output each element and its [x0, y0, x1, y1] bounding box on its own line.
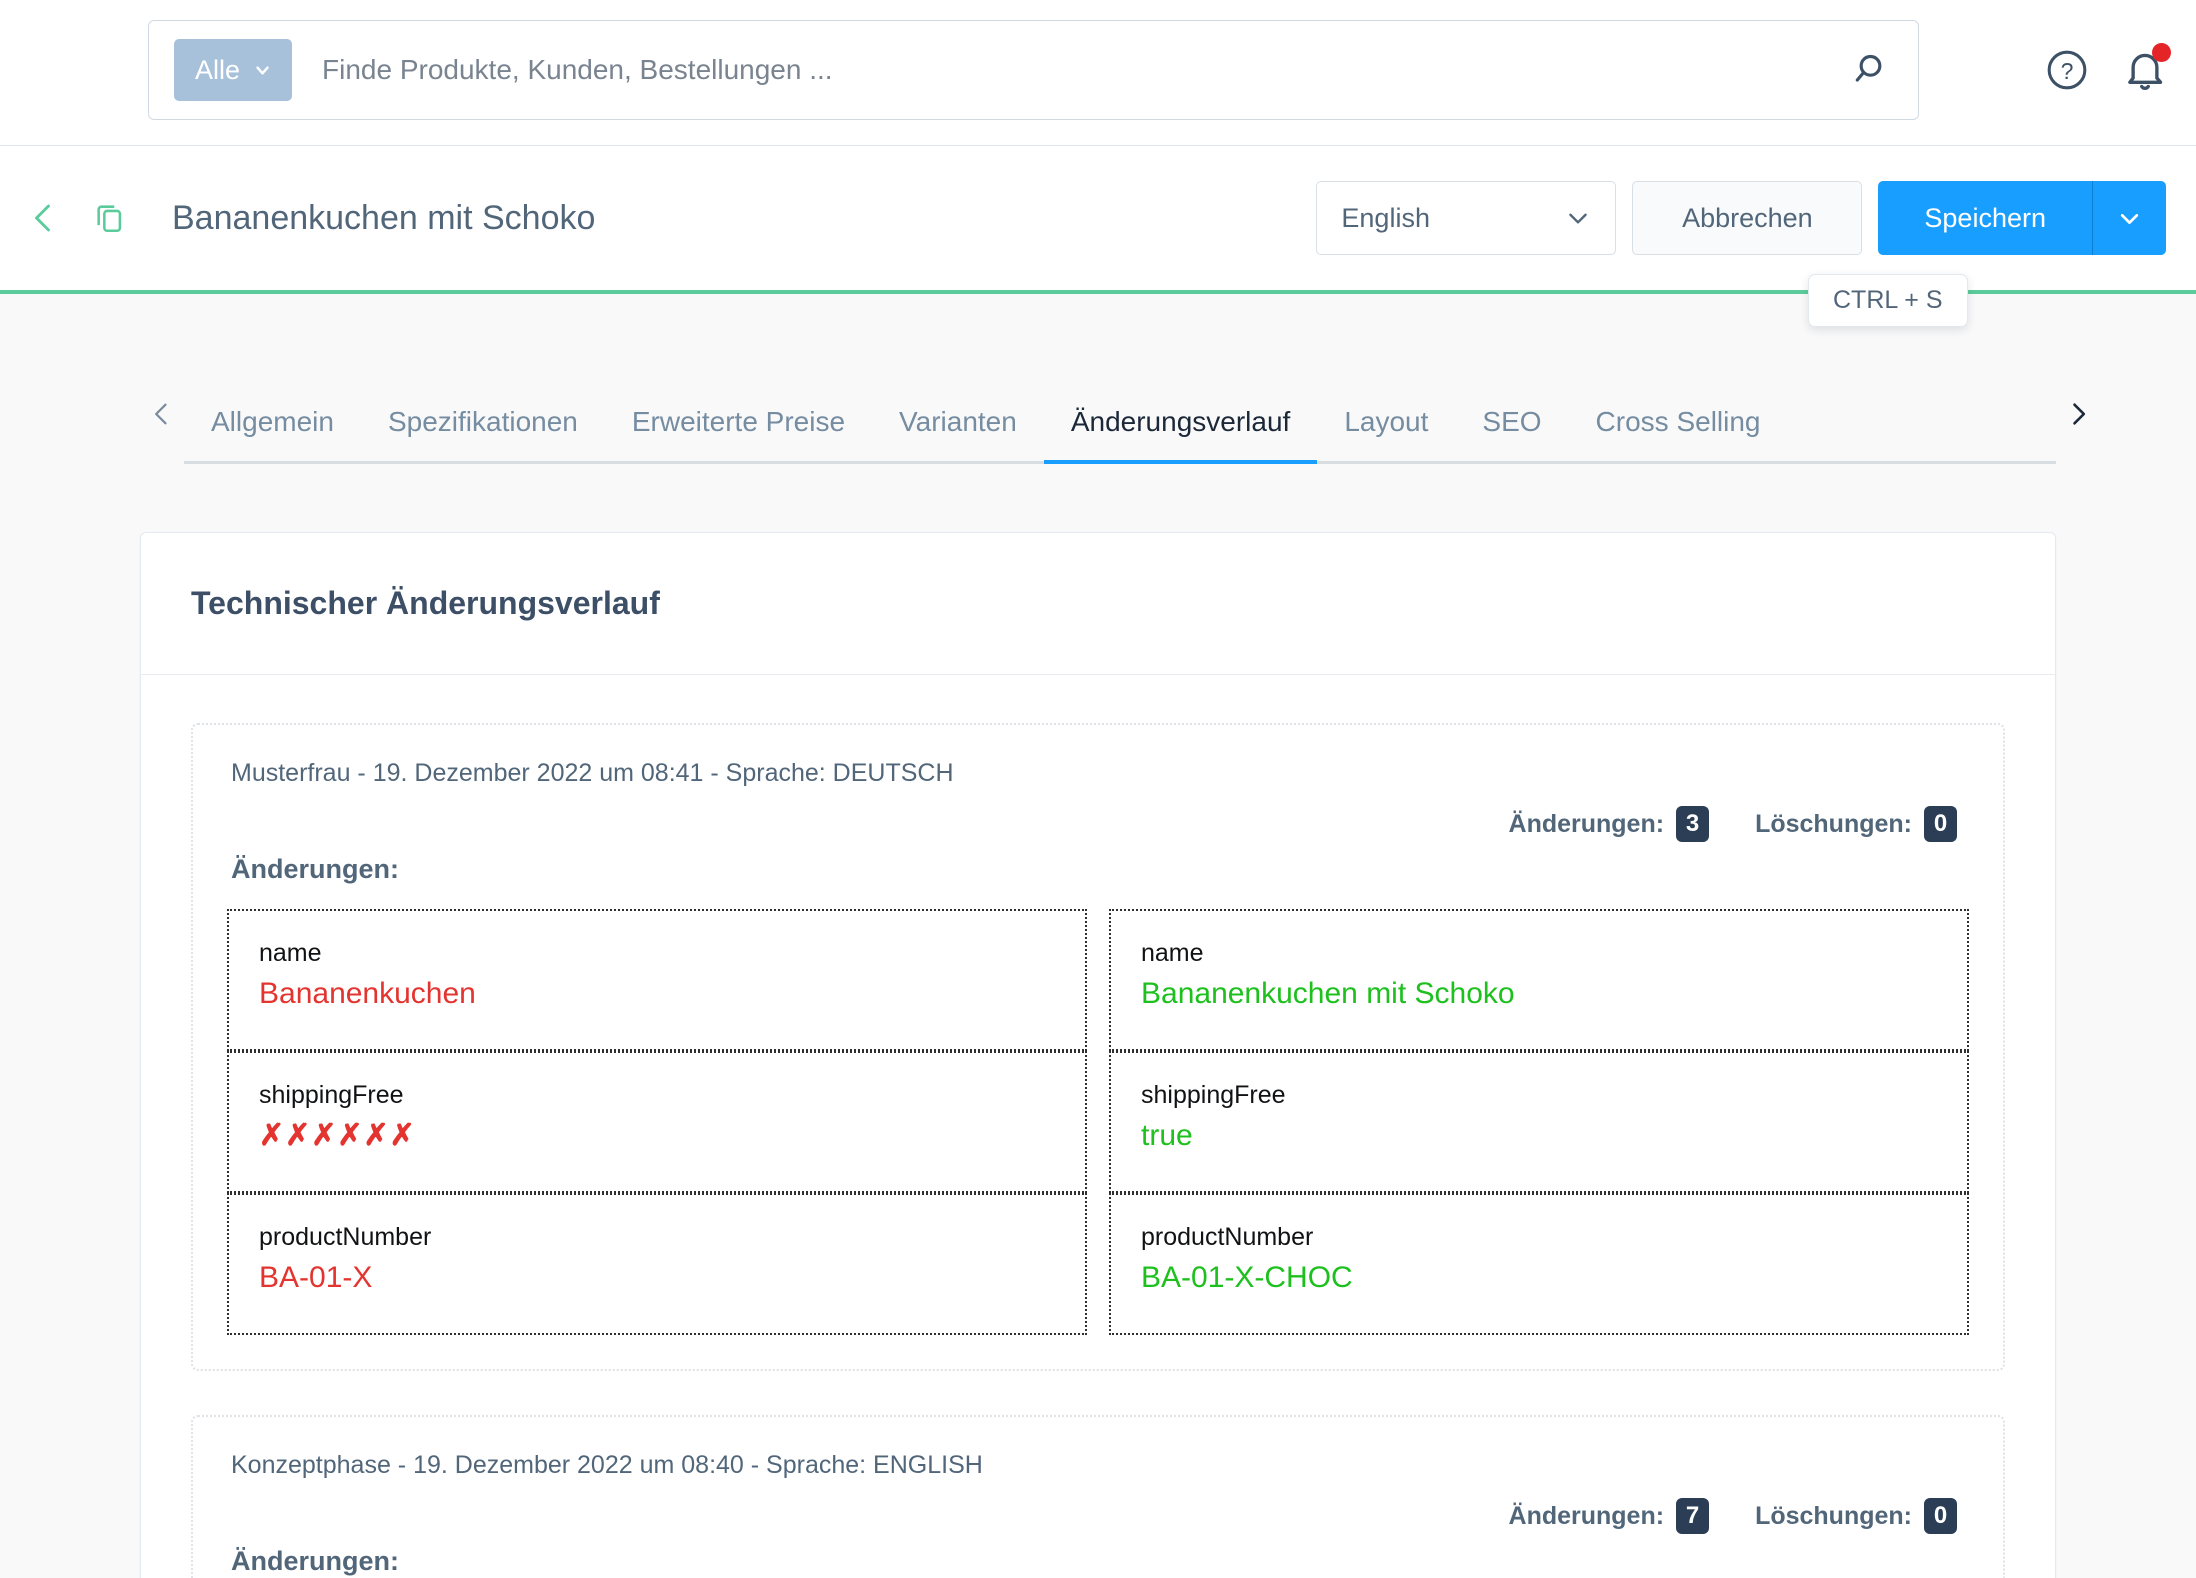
page-title: Bananenkuchen mit Schoko — [172, 198, 596, 237]
language-select-value: English — [1341, 202, 1430, 233]
chevron-left-icon — [155, 403, 167, 425]
deletions-count-badge: 0 — [1924, 806, 1957, 842]
diff-grid: name Bananenkuchen name Bananenkuchen mit S… — [227, 909, 1969, 1335]
notification-badge-dot — [2152, 43, 2171, 62]
diff-field-name: shippingFree — [259, 1081, 404, 1109]
diff-field-name: productNumber — [1141, 1223, 1314, 1251]
tabs-scroll-right-button[interactable] — [2056, 364, 2100, 464]
deletions-count-label: Löschungen: — [1755, 809, 1912, 838]
tab-allgemein[interactable]: Allgemein — [184, 406, 361, 464]
back-button[interactable] — [22, 196, 66, 240]
chevron-right-icon — [2073, 403, 2086, 425]
diff-cell-old: productNumber BA-01-X — [227, 1193, 1087, 1335]
smart-bar: Bananenkuchen mit Schoko English Abbrech… — [0, 146, 2196, 294]
diff-cell-new: productNumber BA-01-X-CHOC — [1109, 1193, 1969, 1335]
diff-field-name: productNumber — [259, 1223, 432, 1251]
tabs-scroll-left-button[interactable] — [140, 364, 184, 464]
chevron-down-icon — [256, 65, 269, 75]
changes-count: Änderungen: 7 — [1509, 1498, 1710, 1534]
cancel-button[interactable]: Abbrechen — [1632, 181, 1863, 255]
tab-varianten[interactable]: Varianten — [872, 406, 1044, 464]
chevron-down-icon — [1569, 213, 1588, 224]
chevron-down-icon — [2120, 213, 2139, 224]
tab-seo[interactable]: SEO — [1455, 406, 1568, 464]
changes-count: Änderungen: 3 — [1509, 806, 1710, 842]
changes-count-badge: 3 — [1676, 806, 1710, 842]
diff-field-value-old: Bananenkuchen — [259, 977, 476, 1010]
save-button[interactable]: Speichern — [1878, 181, 2092, 255]
tabs-list: Allgemein Spezifikationen Erweiterte Preis… — [184, 364, 2056, 464]
search-scope-label: Alle — [194, 54, 241, 85]
tab-erweiterte-preise[interactable]: Erweiterte Preise — [605, 406, 872, 464]
diff-field-value-new: Bananenkuchen mit Schoko — [1141, 977, 1515, 1010]
tab--nderungsverlauf[interactable]: Änderungsverlauf — [1043, 406, 1318, 464]
deletions-count: Löschungen: 0 — [1755, 806, 1957, 842]
changelog-entry-counts: Änderungen: 7 Löschungen: 0 — [227, 1498, 1969, 1534]
diff-field-value-new: true — [1141, 1119, 1193, 1152]
changelog-entry: Konzeptphase - 19. Dezember 2022 um 08:4… — [191, 1415, 2005, 1578]
card-header: Technischer Änderungsverlauf — [141, 533, 2055, 675]
language-select[interactable]: English — [1316, 181, 1617, 255]
deletions-count-label: Löschungen: — [1755, 1501, 1912, 1530]
changes-count-label: Änderungen: — [1508, 809, 1665, 838]
diff-cell-old: name Bananenkuchen — [227, 909, 1087, 1051]
topbar-icon-group: ? — [2038, 20, 2196, 120]
deletions-count-badge: 0 — [1924, 1498, 1957, 1534]
tab-cross-selling[interactable]: Cross Selling — [1569, 406, 1788, 464]
changelog-card: Technischer Änderungsverlauf Musterfrau … — [140, 532, 2056, 1578]
diff-field-name: shippingFree — [1141, 1081, 1286, 1109]
diff-cell-new: name Bananenkuchen mit Schoko — [1109, 909, 1969, 1051]
save-button-group: Speichern — [1878, 181, 2166, 255]
diff-field-name: name — [259, 939, 322, 967]
smart-bar-left: Bananenkuchen mit Schoko — [0, 196, 595, 240]
diff-field-name: name — [1141, 939, 1204, 967]
smart-bar-actions: English Abbrechen Speichern — [1316, 181, 2166, 255]
diff-field-value-old: ✗✗✗✗✗✗ — [259, 1119, 416, 1152]
tab-bar: Allgemein Spezifikationen Erweiterte Preis… — [0, 364, 2196, 464]
search-input[interactable] — [320, 53, 1828, 87]
deletions-count: Löschungen: 0 — [1755, 1498, 1957, 1534]
changelog-entry-counts: Änderungen: 3 Löschungen: 0 — [227, 806, 1969, 842]
changes-heading: Änderungen: — [231, 1546, 399, 1576]
changes-heading: Änderungen: — [231, 854, 399, 884]
diff-field-value-old: BA-01-X — [259, 1261, 373, 1294]
global-search-bar: Alle ? — [0, 0, 2196, 146]
diff-cell-new: shippingFree true — [1109, 1051, 1969, 1193]
svg-text:?: ? — [2061, 58, 2074, 84]
search-scope-dropdown[interactable]: Alle — [174, 39, 292, 101]
card-title: Technischer Änderungsverlauf — [191, 585, 660, 621]
changes-count-label: Änderungen: — [1508, 1501, 1665, 1530]
diff-cell-old: shippingFree ✗✗✗✗✗✗ — [227, 1051, 1087, 1193]
tab-layout[interactable]: Layout — [1317, 406, 1455, 464]
tab-spezifikationen[interactable]: Spezifikationen — [361, 406, 605, 464]
duplicate-button[interactable] — [88, 196, 132, 240]
diff-field-value-new: BA-01-X-CHOC — [1141, 1261, 1353, 1294]
changelog-entry-meta: Konzeptphase - 19. Dezember 2022 um 08:4… — [231, 1451, 983, 1479]
notifications-button[interactable] — [2116, 41, 2174, 99]
help-button[interactable]: ? — [2038, 41, 2096, 99]
card-body: Musterfrau - 19. Dezember 2022 um 08:41 … — [141, 675, 2055, 1578]
save-options-button[interactable] — [2092, 181, 2166, 255]
search-container: Alle — [148, 20, 1919, 120]
search-icon[interactable] — [1828, 21, 1918, 119]
save-shortcut-tooltip: CTRL + S — [1808, 274, 1968, 327]
changelog-entry: Musterfrau - 19. Dezember 2022 um 08:41 … — [191, 723, 2005, 1371]
changes-count-badge: 7 — [1676, 1498, 1710, 1534]
changelog-entry-meta: Musterfrau - 19. Dezember 2022 um 08:41 … — [231, 759, 954, 787]
